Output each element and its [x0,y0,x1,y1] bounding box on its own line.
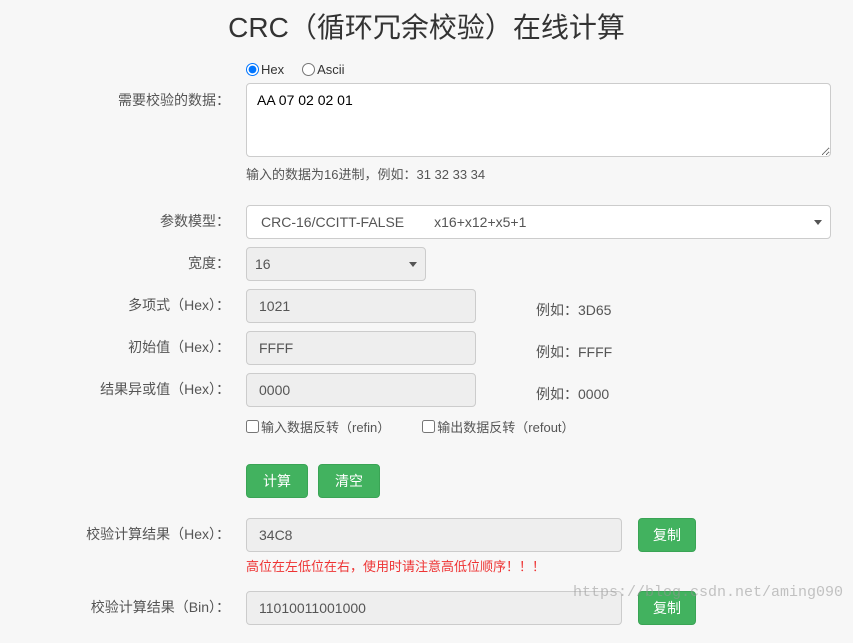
encoding-radio-group: Hex Ascii [246,62,831,77]
model-selected-name: CRC-16/CCITT-FALSE [261,214,404,230]
page-title: CRC（循环冗余校验）在线计算 [10,6,843,46]
poly-example: 例如：3D65 [536,293,611,320]
copy-bin-button[interactable]: 复制 [638,591,696,625]
init-example: 例如：FFFF [536,335,612,362]
clear-button[interactable]: 清空 [318,464,380,498]
radio-hex[interactable]: Hex [246,62,284,77]
radio-ascii[interactable]: Ascii [302,62,344,77]
data-input-label: 需要校验的数据： [10,62,246,110]
model-select[interactable]: CRC-16/CCITT-FALSE x16+x12+x5+1 [246,205,831,239]
result-hex-output[interactable] [246,518,622,552]
radio-ascii-input[interactable] [302,63,315,76]
xorout-example: 例如：0000 [536,377,609,404]
poly-input[interactable] [246,289,476,323]
refin-checkbox[interactable]: 输入数据反转（refin） [246,417,390,436]
copy-hex-button[interactable]: 复制 [638,518,696,552]
refout-label: 输出数据反转（refout） [437,417,574,436]
chevron-down-icon [409,262,417,267]
model-selected-poly: x16+x12+x5+1 [434,214,526,230]
data-input[interactable] [246,83,831,157]
refout-checkbox-input[interactable] [422,420,435,433]
poly-label: 多项式（Hex）： [10,289,246,315]
result-hex-label: 校验计算结果（Hex）： [10,518,246,544]
radio-hex-label: Hex [261,62,284,77]
init-label: 初始值（Hex）： [10,331,246,357]
result-hex-warning: 高位在左低位在右，使用时请注意高低位顺序！！！ [246,556,831,575]
refin-checkbox-input[interactable] [246,420,259,433]
result-bin-label: 校验计算结果（Bin）： [10,591,246,617]
width-select[interactable]: 16 [246,247,426,281]
calculate-button[interactable]: 计算 [246,464,308,498]
radio-hex-input[interactable] [246,63,259,76]
radio-ascii-label: Ascii [317,62,344,77]
width-label: 宽度： [10,247,246,273]
refout-checkbox[interactable]: 输出数据反转（refout） [422,417,574,436]
result-bin-output[interactable] [246,591,622,625]
data-input-hint: 输入的数据为16进制，例如：31 32 33 34 [246,164,831,183]
xorout-input[interactable] [246,373,476,407]
xorout-label: 结果异或值（Hex）： [10,373,246,399]
width-value: 16 [255,256,271,272]
model-label: 参数模型： [10,205,246,231]
refin-label: 输入数据反转（refin） [261,417,390,436]
init-input[interactable] [246,331,476,365]
chevron-down-icon [814,220,822,225]
